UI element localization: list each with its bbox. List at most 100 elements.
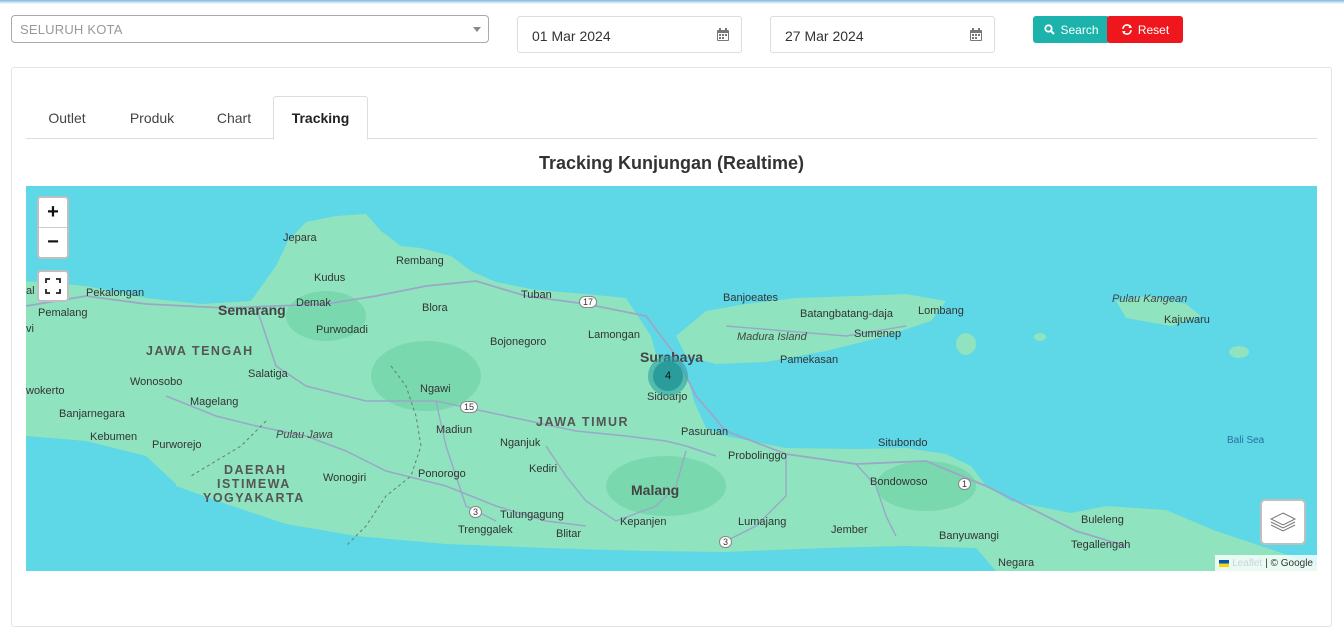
search-button-label: Search	[1060, 22, 1099, 37]
map-label-edge-al: al	[26, 285, 35, 297]
road-shield-3: 3	[719, 536, 733, 548]
map-label-blora: Blora	[422, 302, 448, 314]
map-label-rembang: Rembang	[396, 255, 444, 267]
map-label-diy-2: ISTIMEWA	[217, 477, 291, 491]
map-label-jepara: Jepara	[283, 232, 317, 244]
search-icon	[1044, 24, 1056, 35]
map-label-situbondo: Situbondo	[878, 437, 928, 449]
map-label-lamongan: Lamongan	[588, 329, 640, 341]
layers-control[interactable]	[1260, 499, 1306, 545]
map-label-jawa-tengah: JAWA TENGAH	[146, 344, 254, 358]
map-label-salatiga: Salatiga	[248, 368, 288, 380]
road-shield-17: 17	[579, 296, 598, 308]
map-attribution: Leaflet | © Google	[1215, 555, 1317, 571]
zoom-in-button[interactable]: +	[39, 198, 67, 227]
island-small-1	[956, 333, 976, 355]
map-label-diy-3: YOGYAKARTA	[203, 491, 305, 505]
tab-outlet[interactable]: Outlet	[26, 96, 108, 139]
tab-bar: Outlet Produk Chart Tracking	[26, 96, 1317, 140]
marker-cluster[interactable]: 4	[648, 356, 688, 396]
zoom-control: + −	[37, 196, 69, 259]
zoom-out-button[interactable]: −	[39, 227, 67, 256]
map-label-malang: Malang	[631, 482, 680, 498]
map-label-bojonegoro: Bojonegoro	[490, 336, 547, 348]
map-label-batangbatang: Batangbatang-daja	[800, 308, 893, 320]
search-button[interactable]: Search	[1033, 16, 1110, 43]
island-small-2	[1229, 346, 1249, 358]
map-label-nganjuk: Nganjuk	[500, 437, 541, 449]
map-label-kebumen: Kebumen	[90, 431, 138, 443]
top-accent-bar	[0, 0, 1344, 4]
fullscreen-icon	[45, 278, 61, 294]
attribution-leaflet-link[interactable]: Leaflet	[1232, 558, 1262, 569]
map-label-ponorogo: Ponorogo	[418, 468, 466, 480]
map-label-diy-1: DAERAH	[224, 463, 287, 477]
map-label-probolinggo: Probolinggo	[728, 450, 787, 462]
date-to-value: 27 Mar 2024	[785, 28, 864, 44]
tab-produk[interactable]: Produk	[110, 96, 194, 139]
map-label-tegallengah: Tegallengah	[1071, 539, 1131, 551]
map-label-lombang: Lombang	[918, 305, 964, 317]
map-label-magelang: Magelang	[190, 396, 239, 408]
fullscreen-button[interactable]	[37, 270, 69, 302]
calendar-icon	[717, 28, 729, 41]
date-from-input[interactable]: 01 Mar 2024	[517, 16, 742, 53]
map-label-trenggalek: Trenggalek	[458, 524, 513, 536]
map-label-kediri: Kediri	[529, 463, 558, 475]
map-label-ngawi: Ngawi	[420, 383, 451, 395]
map-label-sumenep: Sumenep	[854, 328, 902, 340]
map-label-kudus: Kudus	[314, 272, 346, 284]
map-label-jawa-timur: JAWA TIMUR	[536, 415, 630, 429]
marker-cluster-count: 4	[653, 361, 683, 391]
map-label-pamekasan: Pamekasan	[780, 354, 839, 366]
city-select-value: SELURUH KOTA	[20, 22, 123, 37]
chevron-down-icon	[473, 27, 481, 32]
map-label-madiun: Madiun	[436, 424, 473, 436]
map-label-bali-sea: Bali Sea	[1227, 435, 1265, 446]
map-label-negara: Negara	[998, 557, 1035, 569]
refresh-icon	[1121, 24, 1132, 35]
map-label-lumajang: Lumajang	[738, 516, 787, 528]
tab-chart[interactable]: Chart	[196, 96, 272, 139]
tracking-map[interactable]: Jepara Rembang Kudus Tuban Pekalongan Se…	[26, 186, 1317, 571]
tab-tracking[interactable]: Tracking	[273, 96, 368, 140]
map-label-bondowoso: Bondowoso	[870, 476, 928, 488]
map-label-pulau-jawa: Pulau Jawa	[276, 429, 333, 441]
map-label-purwodadi: Purwodadi	[316, 324, 368, 336]
calendar-icon	[970, 28, 982, 41]
date-from-value: 01 Mar 2024	[532, 28, 611, 44]
map-label-purworejo: Purworejo	[152, 439, 202, 451]
reset-button[interactable]: Reset	[1107, 16, 1183, 43]
map-title: Tracking Kunjungan (Realtime)	[538, 153, 805, 173]
map-label-wonosobo: Wonosobo	[130, 376, 183, 388]
attribution-google: | © Google	[1265, 557, 1313, 569]
map-label-kepanjen: Kepanjen	[620, 516, 667, 528]
map-label-blitar: Blitar	[556, 528, 582, 540]
road-shield-15: 15	[460, 401, 479, 413]
date-to-input[interactable]: 27 Mar 2024	[770, 16, 995, 53]
map-label-wonogiri: Wonogiri	[323, 472, 367, 484]
map-label-tuban: Tuban	[521, 289, 552, 301]
map-label-edge-vi: vi	[26, 323, 34, 335]
map-label-pekalongan: Pekalongan	[86, 287, 145, 299]
map-label-pemalang: Pemalang	[38, 307, 88, 319]
map-label-pulau-kangean: Pulau Kangean	[1112, 293, 1188, 305]
map-label-kajuwaru: Kajuwaru	[1164, 314, 1210, 326]
map-label-banjoeates: Banjoeates	[723, 292, 779, 304]
road-shield-1: 1	[958, 478, 972, 490]
city-select[interactable]: SELURUH KOTA	[11, 15, 489, 43]
map-label-banjarnegara: Banjarnegara	[59, 408, 126, 420]
map-label-demak: Demak	[296, 297, 331, 309]
layers-icon	[1269, 512, 1297, 532]
map-label-semarang: Semarang	[218, 302, 286, 318]
map-label-jember: Jember	[831, 524, 868, 536]
map-label-banyuwangi: Banyuwangi	[939, 530, 999, 542]
map-label-madura-island: Madura Island	[737, 331, 807, 343]
map-label-buleleng: Buleleng	[1081, 514, 1124, 526]
road-shield-3: 3	[469, 506, 483, 518]
island-small-3	[1034, 333, 1046, 341]
ukraine-flag-icon	[1219, 559, 1230, 567]
map-label-pasuruan: Pasuruan	[681, 426, 729, 438]
map-label-tulungagung: Tulungagung	[500, 509, 564, 521]
map-label-purwokerto: wokerto	[26, 385, 65, 397]
